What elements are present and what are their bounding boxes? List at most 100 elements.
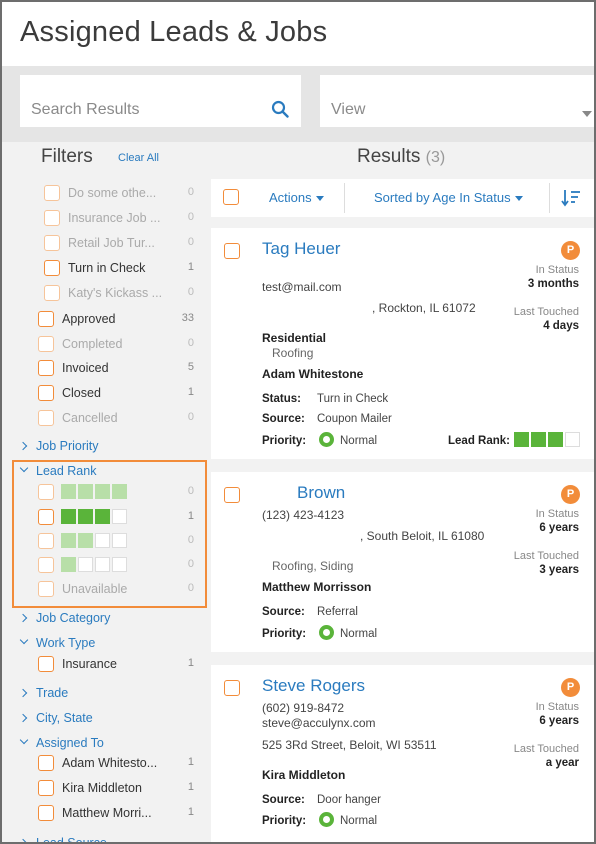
- filter-checkbox[interactable]: [38, 360, 54, 376]
- section-city-state[interactable]: City, State: [2, 710, 210, 730]
- lead-rank-item[interactable]: 0: [2, 531, 210, 553]
- filter-checkbox[interactable]: [38, 311, 54, 327]
- filter-checkbox[interactable]: [44, 260, 60, 276]
- filter-count: 0: [187, 286, 194, 298]
- priority-value: Normal: [340, 628, 378, 640]
- chevron-down-icon: [514, 196, 523, 202]
- sort-dropdown[interactable]: Sorted by Age In Status: [374, 190, 523, 205]
- filter-count: 0: [187, 582, 194, 594]
- card-address: , Rockton, IL 61072: [372, 301, 476, 315]
- filter-checkbox[interactable]: [38, 557, 54, 573]
- rank-bar-segment: [112, 484, 127, 499]
- card-name-link[interactable]: Steve Rogers: [262, 676, 365, 696]
- filter-label: Do some othe...: [68, 186, 157, 200]
- card-checkbox[interactable]: [224, 680, 240, 696]
- rank-bar-segment: [61, 557, 76, 572]
- lead-rank-item[interactable]: 0: [2, 555, 210, 577]
- filter-status-item[interactable]: Katy's Kickass ... 0: [2, 283, 210, 305]
- lead-rank-item[interactable]: 1: [2, 507, 210, 529]
- clear-all-link[interactable]: Clear All: [118, 152, 159, 164]
- lead-rank-bars: [61, 509, 127, 524]
- filter-label: Kira Middleton: [62, 781, 142, 795]
- filter-checkbox[interactable]: [44, 210, 60, 226]
- filter-status-item[interactable]: Cancelled 0: [2, 408, 210, 430]
- work-type-item[interactable]: Insurance 1: [2, 654, 210, 676]
- assigned-to-item[interactable]: Kira Middleton 1: [2, 778, 210, 800]
- filter-count: 0: [187, 558, 194, 570]
- filter-checkbox[interactable]: [38, 385, 54, 401]
- filter-label: Insurance Job ...: [68, 211, 161, 225]
- filter-checkbox[interactable]: [38, 410, 54, 426]
- rank-bar-segment: [565, 432, 580, 447]
- filter-label: Turn in Check: [68, 261, 146, 275]
- result-card[interactable]: Steve Rogers P (602) 919-8472 In Status …: [211, 665, 594, 842]
- rank-bar-segment: [61, 509, 76, 524]
- assigned-to-item[interactable]: Matthew Morri... 1: [2, 803, 210, 825]
- result-card[interactable]: Brown P (123) 423-4123 In Status 6 years…: [211, 472, 594, 652]
- filter-label: Closed: [62, 386, 101, 400]
- rank-bar-segment: [548, 432, 563, 447]
- filter-status-item[interactable]: Completed 0: [2, 334, 210, 356]
- search-input[interactable]: Search Results: [20, 75, 301, 127]
- section-work-type[interactable]: Work Type: [2, 635, 210, 655]
- section-label: Assigned To: [36, 736, 104, 750]
- priority-value: Normal: [340, 815, 378, 827]
- view-placeholder: View: [331, 101, 366, 118]
- filter-checkbox[interactable]: [38, 780, 54, 796]
- filter-checkbox[interactable]: [44, 235, 60, 251]
- results-title-text: Results: [357, 146, 421, 167]
- section-job-priority[interactable]: Job Priority: [2, 438, 210, 458]
- results-count: (3): [425, 149, 446, 166]
- search-icon[interactable]: [271, 100, 289, 118]
- card-phone: (123) 423-4123: [262, 508, 345, 522]
- lead-rank-item[interactable]: Unavailable 0: [2, 579, 210, 601]
- card-name-link[interactable]: Brown: [297, 483, 345, 503]
- filter-checkbox[interactable]: [38, 509, 54, 525]
- card-checkbox[interactable]: [224, 487, 240, 503]
- lead-rank-bars: [61, 533, 127, 548]
- filter-checkbox[interactable]: [38, 581, 54, 597]
- section-lead-rank[interactable]: Lead Rank: [2, 463, 210, 483]
- filter-checkbox[interactable]: [38, 755, 54, 771]
- chevron-down-icon: [19, 463, 29, 473]
- filter-status-item[interactable]: Do some othe... 0: [2, 183, 210, 205]
- filter-count: 0: [187, 534, 194, 546]
- search-placeholder: Search Results: [31, 101, 140, 118]
- sort-order-icon[interactable]: [561, 189, 581, 207]
- filter-checkbox[interactable]: [38, 484, 54, 500]
- rank-bar-segment: [95, 533, 110, 548]
- filter-status-item[interactable]: Closed 1: [2, 383, 210, 405]
- filter-checkbox[interactable]: [38, 656, 54, 672]
- filter-status-item[interactable]: Invoiced 5: [2, 358, 210, 380]
- filter-status-item[interactable]: Insurance Job ... 0: [2, 208, 210, 230]
- filter-status-item[interactable]: Retail Job Tur... 0: [2, 233, 210, 255]
- filter-checkbox[interactable]: [44, 285, 60, 301]
- section-trade[interactable]: Trade: [2, 685, 210, 705]
- lead-rank-bars: [61, 557, 127, 572]
- filter-label: Cancelled: [62, 411, 118, 425]
- view-select[interactable]: View: [320, 75, 594, 127]
- chevron-right-icon: [18, 838, 28, 842]
- actions-dropdown[interactable]: Actions: [269, 190, 324, 205]
- section-assigned-to[interactable]: Assigned To: [2, 735, 210, 755]
- assigned-to-item[interactable]: Adam Whitesto... 1: [2, 753, 210, 775]
- result-card[interactable]: Tag Heuer P In Status 3 months test@mail…: [211, 228, 594, 459]
- filter-checkbox[interactable]: [38, 336, 54, 352]
- filter-checkbox[interactable]: [44, 185, 60, 201]
- filter-count: 0: [187, 411, 194, 423]
- section-lead-source[interactable]: Lead Source: [2, 835, 210, 842]
- filter-checkbox[interactable]: [38, 533, 54, 549]
- divider: [549, 183, 550, 213]
- filter-status-item[interactable]: Approved 33: [2, 309, 210, 331]
- filter-label: Retail Job Tur...: [68, 236, 155, 250]
- filter-status-item[interactable]: Turn in Check 1: [2, 258, 210, 280]
- card-checkbox[interactable]: [224, 243, 240, 259]
- section-job-category[interactable]: Job Category: [2, 610, 210, 630]
- priority-normal-icon: [319, 432, 334, 447]
- card-name-link[interactable]: Tag Heuer: [262, 239, 340, 259]
- filter-checkbox[interactable]: [38, 805, 54, 821]
- select-all-checkbox[interactable]: [223, 189, 239, 205]
- rank-bar-segment: [514, 432, 529, 447]
- source-label: Source:: [262, 413, 305, 425]
- lead-rank-item[interactable]: 0: [2, 482, 210, 504]
